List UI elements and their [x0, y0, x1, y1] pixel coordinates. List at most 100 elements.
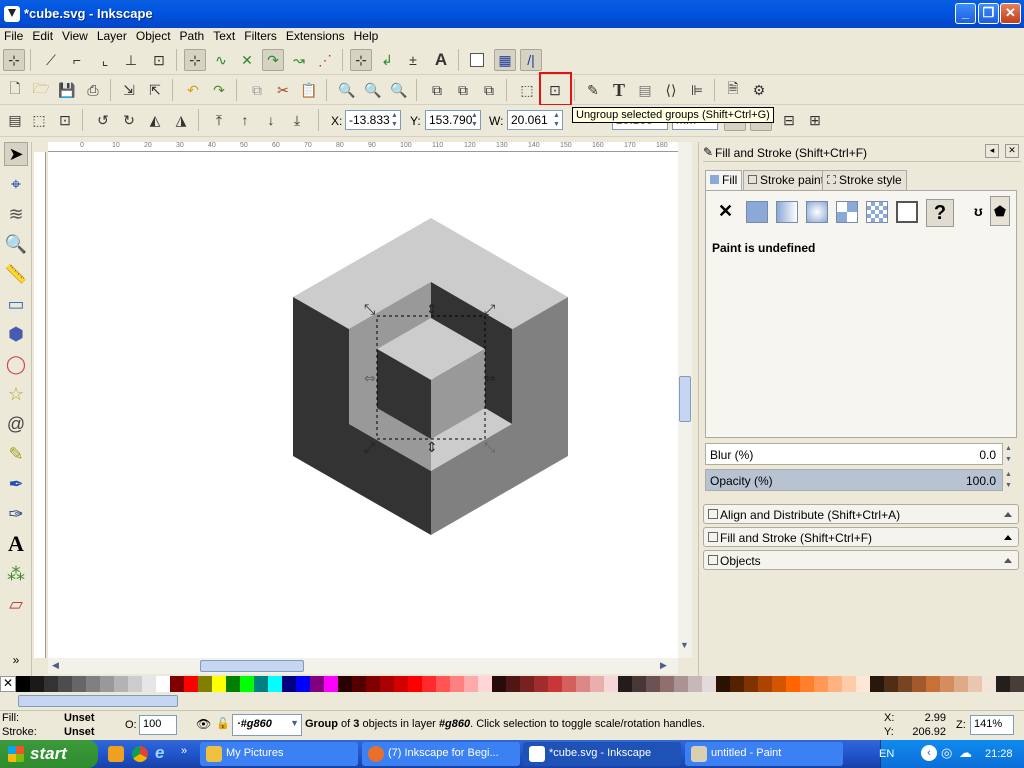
snap-bbox-center-icon[interactable]: ⊡: [148, 49, 170, 71]
chrome-icon[interactable]: [132, 746, 148, 762]
palette-swatch[interactable]: [450, 676, 464, 692]
horizontal-scroll-thumb[interactable]: [200, 660, 304, 672]
snap-bbox-icon[interactable]: ⟋: [40, 49, 62, 71]
lock-icon[interactable]: 🔓: [216, 717, 230, 730]
palette-swatch[interactable]: [660, 676, 674, 692]
menu-file[interactable]: File: [0, 28, 28, 43]
palette-swatch[interactable]: [492, 676, 506, 692]
text-font-icon[interactable]: T: [608, 79, 630, 101]
snap-text-icon[interactable]: A: [430, 49, 452, 71]
palette-swatch[interactable]: [464, 676, 478, 692]
text-tool-icon[interactable]: A: [4, 531, 28, 556]
raise-icon[interactable]: ↑: [234, 109, 256, 131]
palette-swatch[interactable]: [44, 676, 58, 692]
zoom-tool-icon[interactable]: 🔍: [4, 232, 28, 256]
menu-layer[interactable]: Layer: [93, 28, 132, 43]
paste-icon[interactable]: 📋: [298, 79, 320, 101]
fill-indicator-value[interactable]: Unset: [64, 712, 95, 724]
palette-swatch[interactable]: [1010, 676, 1024, 692]
spiral-tool-icon[interactable]: @: [4, 412, 28, 436]
group-icon[interactable]: ⬚: [516, 79, 538, 101]
palette-swatch[interactable]: [828, 676, 842, 692]
y-input[interactable]: 153.790 ▲ ▼: [425, 110, 481, 130]
copy-icon[interactable]: ⧉: [246, 79, 268, 101]
palette-scrollbar[interactable]: [0, 692, 1024, 710]
zoom-page-icon[interactable]: 🔍: [388, 79, 410, 101]
no-color-swatch-icon[interactable]: ✕: [0, 676, 16, 692]
undo-icon[interactable]: ↶: [182, 79, 204, 101]
scroll-right-icon[interactable]: ▶: [660, 660, 667, 671]
palette-swatch[interactable]: [646, 676, 660, 692]
drawing-canvas[interactable]: ⤡ ⇕ ⤢ ⇔ ⇔ ⤢ ⇕ ⤡: [48, 152, 678, 658]
raise-to-top-icon[interactable]: ⤒: [208, 109, 230, 131]
opacity-status-input[interactable]: 100: [139, 715, 177, 735]
palette-swatch[interactable]: [870, 676, 884, 692]
flat-color-icon[interactable]: [746, 201, 768, 223]
internet-explorer-icon[interactable]: e: [155, 743, 164, 763]
snap-bbox-corner-icon[interactable]: ⌞: [94, 49, 116, 71]
close-button[interactable]: ✕: [1000, 3, 1021, 24]
vertical-scrollbar[interactable]: ▼: [678, 142, 692, 658]
quicklaunch-folder-icon[interactable]: [108, 746, 124, 762]
more-tools-icon[interactable]: »: [4, 648, 28, 672]
snap-paths-icon[interactable]: ∿: [210, 49, 232, 71]
palette-swatch[interactable]: [996, 676, 1010, 692]
snap-rotation-center-icon[interactable]: ↲: [376, 49, 398, 71]
palette-swatch[interactable]: [72, 676, 86, 692]
new-document-icon[interactable]: 🗋: [4, 79, 26, 101]
palette-swatch[interactable]: [800, 676, 814, 692]
swatch-icon[interactable]: [896, 201, 918, 223]
pencil-tool-icon[interactable]: ✎: [4, 442, 28, 466]
lower-icon[interactable]: ↓: [260, 109, 282, 131]
minimize-button[interactable]: _: [955, 3, 976, 24]
network-icon[interactable]: ◎: [941, 745, 952, 761]
snap-page-border-icon[interactable]: [466, 49, 488, 71]
star-tool-icon[interactable]: ☆: [4, 382, 28, 406]
stroke-indicator-value[interactable]: Unset: [64, 726, 95, 738]
blur-field[interactable]: Blur (%) 0.0: [705, 443, 1003, 465]
palette-swatch[interactable]: [982, 676, 996, 692]
cut-icon[interactable]: ✂: [272, 79, 294, 101]
layers-icon[interactable]: ▤: [634, 79, 656, 101]
palette-swatch[interactable]: [226, 676, 240, 692]
select-all-layers-icon[interactable]: ⬚: [28, 109, 50, 131]
eraser-tool-icon[interactable]: ▱: [4, 592, 28, 616]
pattern-icon[interactable]: [866, 201, 888, 223]
palette-swatch[interactable]: [142, 676, 156, 692]
menu-object[interactable]: Object: [132, 28, 176, 43]
save-icon[interactable]: 💾: [56, 79, 78, 101]
pen-tool-icon[interactable]: ✒: [4, 472, 28, 496]
palette-swatch[interactable]: [702, 676, 716, 692]
select-all-icon[interactable]: ▤: [4, 109, 26, 131]
menu-view[interactable]: View: [58, 28, 93, 43]
snap-smooth-nodes-icon[interactable]: ↷: [262, 49, 284, 71]
opacity-spin-icon[interactable]: ▲ ▼: [1005, 469, 1017, 491]
palette-swatch[interactable]: [394, 676, 408, 692]
fill-stroke-icon[interactable]: ✎: [582, 79, 604, 101]
palette-swatch[interactable]: [772, 676, 786, 692]
palette-swatch[interactable]: [478, 676, 492, 692]
task-my-pictures[interactable]: My Pictures: [200, 742, 358, 766]
measure-tool-icon[interactable]: 📏: [4, 262, 28, 286]
w-input[interactable]: 20.061 ▲ ▼: [507, 110, 563, 130]
snap-object-center-icon[interactable]: ⊹: [350, 49, 372, 71]
snap-intersection-icon[interactable]: ✕: [236, 49, 258, 71]
palette-swatch[interactable]: [212, 676, 226, 692]
palette-swatch[interactable]: [520, 676, 534, 692]
deselect-icon[interactable]: ⊡: [54, 109, 76, 131]
palette-swatch[interactable]: [338, 676, 352, 692]
palette-swatch[interactable]: [590, 676, 604, 692]
unset-paint-icon[interactable]: ?: [926, 199, 954, 227]
palette-swatch[interactable]: [842, 676, 856, 692]
vertical-scroll-thumb[interactable]: [679, 376, 691, 422]
palette-swatch[interactable]: [282, 676, 296, 692]
palette-swatch[interactable]: [156, 676, 170, 692]
palette-swatch[interactable]: [604, 676, 618, 692]
preferences-icon[interactable]: ⚙: [748, 79, 770, 101]
palette-swatch[interactable]: [730, 676, 744, 692]
palette-swatch[interactable]: [968, 676, 982, 692]
scroll-down-icon[interactable]: ▼: [680, 640, 689, 650]
palette-swatch[interactable]: [86, 676, 100, 692]
redo-icon[interactable]: ↷: [208, 79, 230, 101]
palette-swatch[interactable]: [674, 676, 688, 692]
